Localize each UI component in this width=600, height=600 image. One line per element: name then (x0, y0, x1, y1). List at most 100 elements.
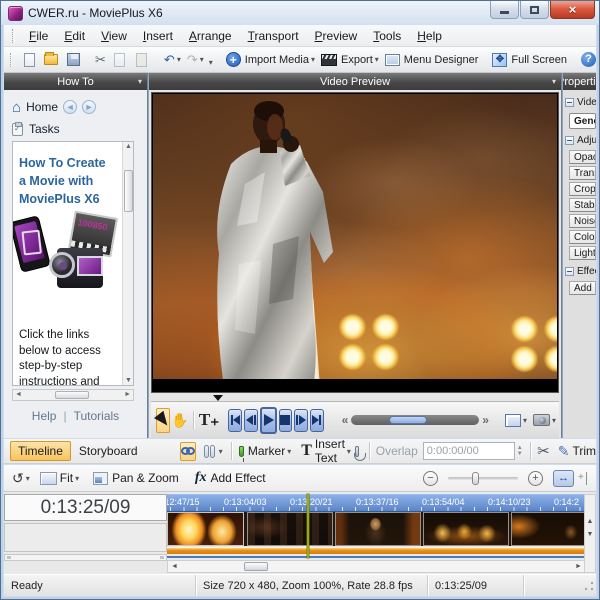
snap-playhead-icon[interactable] (578, 471, 590, 486)
timeline-clip-thumbnail[interactable] (335, 512, 421, 546)
props-item-noise-reduction[interactable]: Noise R (569, 214, 596, 228)
home-link[interactable]: Home (26, 100, 58, 114)
props-item-opacity[interactable]: Opacity (569, 150, 596, 164)
play-button[interactable] (260, 407, 277, 434)
menu-transport[interactable]: Transport (240, 26, 307, 46)
collapse-icon[interactable] (565, 267, 574, 276)
minimize-button[interactable] (490, 1, 519, 19)
scroll-up-arrow[interactable]: ▲ (123, 143, 134, 150)
scrollbar-thumb[interactable] (55, 391, 89, 399)
menu-tools[interactable]: Tools (365, 26, 409, 46)
fit-button[interactable]: Fit (60, 471, 73, 485)
narration-mic-button[interactable] (355, 446, 359, 457)
open-button[interactable] (40, 50, 62, 70)
tab-storyboard[interactable]: Storyboard (71, 441, 146, 461)
pan-zoom-button[interactable]: Pan & Zoom (112, 471, 179, 485)
save-button[interactable] (62, 50, 84, 70)
new-button[interactable] (18, 50, 40, 70)
select-tool[interactable] (156, 408, 170, 433)
props-item-transform[interactable]: Transfor (569, 166, 596, 180)
cut-button[interactable]: ✂ (92, 50, 109, 70)
toolbar-grip[interactable] (10, 53, 12, 67)
scroll-left-arrow[interactable]: ◄ (15, 391, 22, 398)
scroll-right-arrow[interactable]: ► (124, 391, 131, 398)
scrollbar-thumb[interactable] (244, 562, 268, 571)
howto-horizontal-scrollbar[interactable]: ◄ ► (12, 389, 134, 401)
scroll-down-arrow[interactable]: ▼ (123, 377, 134, 384)
insert-text-button[interactable]: Insert Text (315, 437, 345, 465)
marker-button[interactable]: Marker (248, 444, 285, 458)
toolbar-grip[interactable] (12, 29, 15, 43)
forward-button[interactable]: ► (82, 100, 96, 114)
scrollbar-thumb[interactable] (124, 170, 133, 212)
menu-view[interactable]: View (93, 26, 135, 46)
audio-strip[interactable] (167, 547, 586, 554)
menu-arrange[interactable]: Arrange (181, 26, 240, 46)
redo-button[interactable]: ↷▾ (184, 50, 207, 70)
props-item-add-effect[interactable]: Add Effe (569, 281, 596, 295)
timeline-clip-thumbnail[interactable] (167, 512, 244, 546)
track-header[interactable] (4, 523, 167, 552)
scroll-left-arrow[interactable]: ◄ (168, 563, 181, 570)
back-button[interactable]: ◄ (63, 100, 77, 114)
import-media-button[interactable]: +Import Media▾ (223, 50, 318, 69)
add-effect-button[interactable]: Add Effect (210, 471, 265, 485)
tutorials-link[interactable]: Tutorials (74, 409, 120, 423)
trim-button[interactable]: Trim (572, 444, 596, 458)
display-mode-button[interactable]: ▾ (502, 412, 530, 429)
timeline-clip-thumbnail[interactable] (423, 512, 509, 546)
menu-help[interactable]: Help (409, 26, 450, 46)
collapse-icon[interactable] (565, 98, 574, 107)
split-scissors-button[interactable]: ✂ (537, 442, 550, 460)
props-group-effects[interactable]: Effects (563, 264, 596, 279)
full-screen-button[interactable]: ✥Full Screen (489, 51, 570, 69)
previous-frame-button[interactable] (244, 409, 258, 432)
undo-dropdown[interactable]: ▾ (177, 55, 181, 64)
track-header-scrollbar[interactable] (4, 554, 167, 561)
paste-button[interactable] (131, 50, 153, 70)
timeline-ruler[interactable]: 0:12:47/15 0:13:04/03 0:13:20/21 0:13:37… (167, 494, 586, 512)
props-group-video[interactable]: Video O (563, 95, 596, 110)
undo-button[interactable]: ↶▾ (161, 50, 184, 70)
props-item-stabilize[interactable]: Stabiliz (569, 198, 596, 212)
props-item-crop[interactable]: Crop (569, 182, 596, 196)
props-tab-general[interactable]: General (569, 113, 596, 129)
timeline-clip-thumbnail[interactable] (247, 512, 333, 546)
envelope-button[interactable] (204, 445, 215, 458)
overlap-spinner[interactable]: ▲▼ (517, 445, 523, 457)
zoom-out-button[interactable]: − (423, 471, 438, 486)
collapse-icon[interactable] (565, 136, 574, 145)
panel-menu-icon[interactable]: ▾ (138, 77, 142, 86)
tasks-link[interactable]: Tasks (29, 122, 60, 136)
playhead[interactable] (307, 494, 309, 558)
timeline-horizontal-scrollbar[interactable]: ◄ ► (167, 560, 586, 573)
scroll-down-arrow[interactable]: ▼ (585, 528, 595, 541)
shuttle-track[interactable] (351, 415, 479, 425)
tab-timeline[interactable]: Timeline (10, 441, 71, 461)
scroll-up-arrow[interactable]: ▲ (585, 515, 595, 528)
goto-end-button[interactable] (310, 409, 324, 432)
link-clips-button[interactable] (180, 442, 196, 461)
export-button[interactable]: Export▾ (318, 52, 382, 68)
shuttle-thumb[interactable] (389, 416, 427, 424)
rotate-button[interactable]: ↺ (12, 470, 24, 487)
howto-vertical-scrollbar[interactable]: ▲ ▼ (122, 142, 133, 385)
stop-button[interactable] (279, 409, 292, 432)
help-button[interactable]: ? (578, 50, 599, 69)
help-link[interactable]: Help (32, 409, 57, 423)
timeline-clip-thumbnail[interactable] (511, 512, 586, 546)
toolbar-group-overflow[interactable]: ▾ (209, 58, 213, 67)
zoom-in-button[interactable]: + (528, 471, 543, 486)
timeline-vertical-scrollbar[interactable]: ▲ ▼ (584, 494, 596, 573)
panel-menu-icon[interactable]: ▾ (552, 77, 556, 86)
goto-start-button[interactable] (228, 409, 242, 432)
redo-dropdown[interactable]: ▾ (200, 55, 204, 64)
menu-edit[interactable]: Edit (56, 26, 93, 46)
maximize-button[interactable] (520, 1, 549, 19)
resize-grip[interactable] (583, 580, 595, 592)
props-item-color[interactable]: Color (569, 230, 596, 244)
copy-button[interactable] (109, 50, 131, 70)
close-button[interactable]: × (550, 1, 595, 19)
props-group-adjust[interactable]: Adjust (563, 133, 596, 148)
fit-project-button[interactable]: ↔ (553, 470, 574, 487)
